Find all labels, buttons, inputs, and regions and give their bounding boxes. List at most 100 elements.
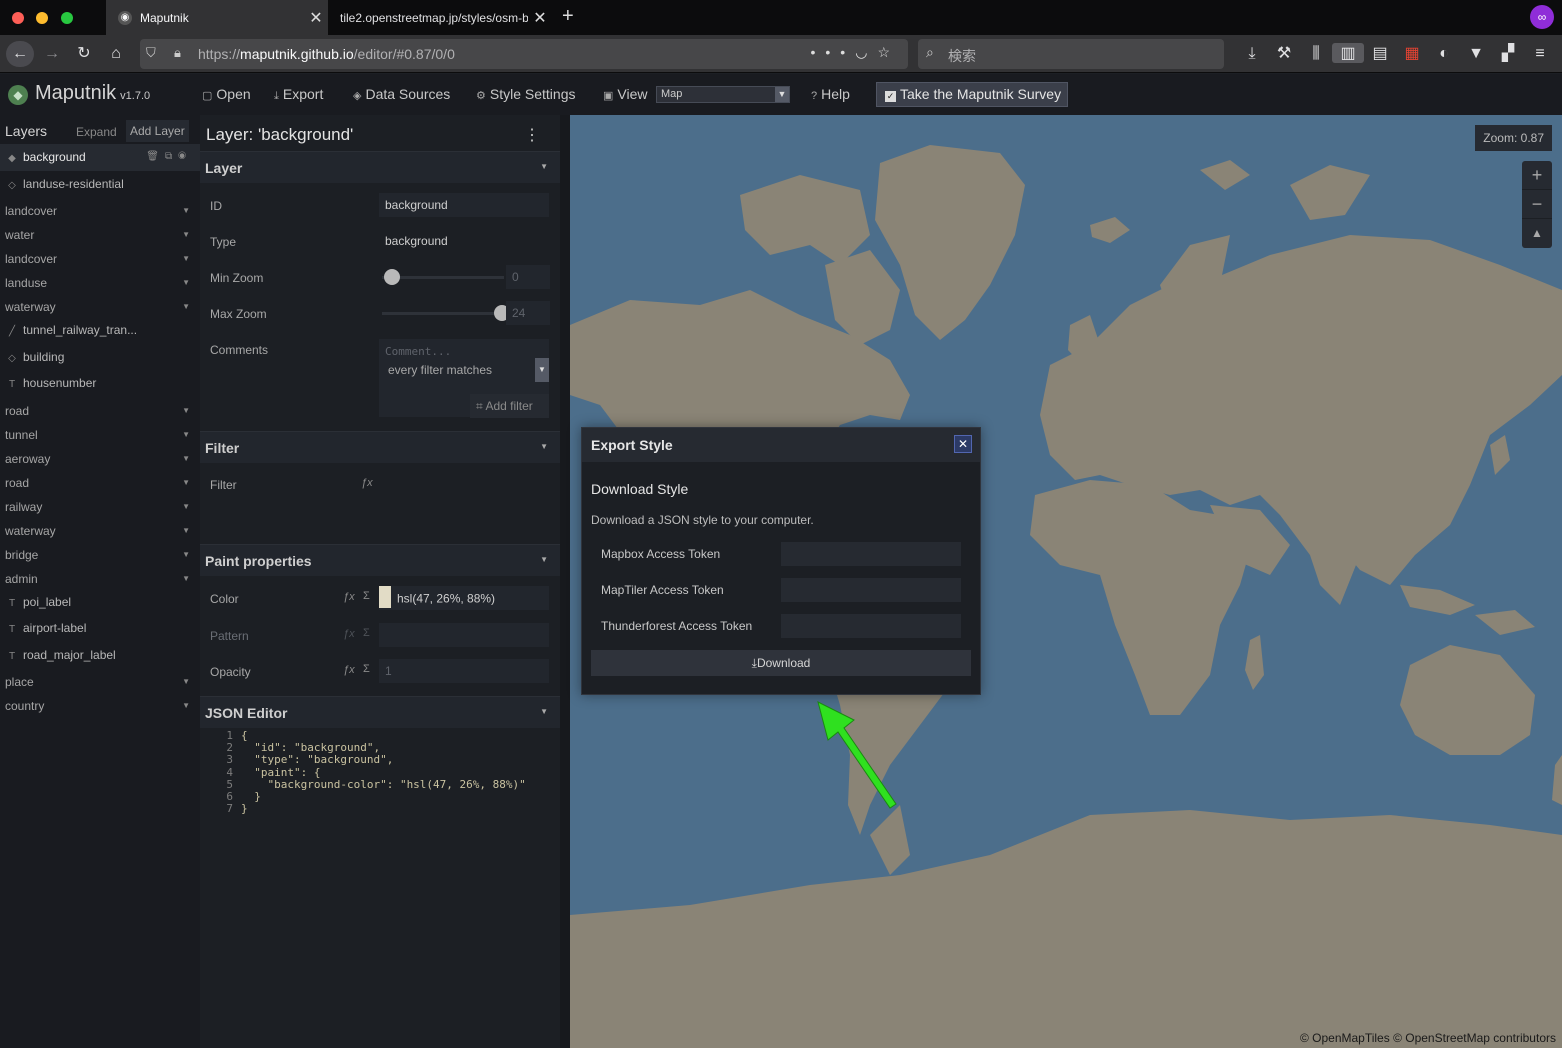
maxzoom-input[interactable]: 24 — [506, 301, 550, 325]
sigma-icon[interactable]: Σ — [363, 627, 370, 639]
pattern-input[interactable] — [379, 623, 549, 647]
layer-group-item[interactable]: landuse ▼ — [0, 271, 200, 295]
visibility-icon[interactable]: ◉ — [178, 151, 192, 162]
data-sources-button[interactable]: ◈ Data Sources — [353, 86, 450, 102]
shield-icon[interactable]: ⛉ — [146, 45, 156, 61]
menu-icon[interactable]: ≡ — [1524, 45, 1556, 63]
reload-icon[interactable]: ↻ — [70, 41, 98, 67]
function-icon[interactable]: ƒx — [343, 664, 355, 676]
sidebar-icon[interactable]: ▥ — [1332, 43, 1364, 63]
layer-item[interactable]: ◆ background 🗑︎⧉◉ — [0, 144, 200, 171]
lock-icon[interactable]: 🔒︎ — [174, 45, 181, 61]
color-swatch[interactable] — [379, 586, 391, 608]
section-json-editor[interactable]: JSON Editor ▼ — [200, 696, 560, 728]
wrench-icon[interactable]: ⚒ — [1268, 43, 1300, 63]
layer-item[interactable]: Troad_major_label — [0, 642, 200, 669]
sigma-icon[interactable]: Σ — [363, 663, 370, 675]
forward-icon[interactable]: → — [38, 41, 66, 67]
layer-group-item[interactable]: railway ▼ — [0, 495, 200, 519]
add-filter-button[interactable]: ⌗ Add filter — [470, 394, 549, 418]
extension-icon[interactable]: ◐ — [1428, 45, 1460, 63]
app-logo[interactable]: ◆ Maputnik v1.7.0 — [8, 82, 150, 105]
expand-button[interactable]: Expand — [76, 125, 117, 139]
home-icon[interactable]: ⌂ — [102, 41, 130, 67]
color-input[interactable]: hsl(47, 26%, 88%) — [379, 586, 549, 610]
compass-icon[interactable]: ▲ — [1522, 219, 1552, 248]
panel-divider[interactable] — [560, 115, 570, 1048]
maxzoom-slider[interactable] — [382, 312, 504, 315]
layer-group-item[interactable]: landcover ▼ — [0, 199, 200, 223]
section-paint[interactable]: Paint properties ▼ — [200, 544, 560, 576]
add-layer-button[interactable]: Add Layer — [126, 120, 189, 142]
function-icon[interactable]: ƒx — [343, 628, 355, 640]
new-tab-icon[interactable]: + — [562, 5, 574, 28]
layer-group-item[interactable]: waterway ▼ — [0, 519, 200, 543]
tab-close-icon[interactable]: ✕ — [528, 8, 552, 28]
function-icon[interactable]: ƒx — [361, 477, 373, 489]
mapbox-token-input[interactable] — [781, 542, 961, 566]
minzoom-slider[interactable] — [382, 276, 504, 279]
back-icon[interactable]: ← — [6, 41, 34, 67]
minzoom-slider-thumb[interactable] — [384, 269, 400, 285]
extensions-icon[interactable]: ▞ — [1492, 43, 1524, 63]
export-button[interactable]: ⤓ Export — [274, 86, 323, 103]
survey-button[interactable]: ✓ Take the Maputnik Survey — [876, 82, 1069, 107]
layer-group-item[interactable]: bridge ▼ — [0, 543, 200, 567]
filter-select[interactable]: every filter matches ▼ — [380, 358, 549, 382]
style-settings-button[interactable]: ⚙ Style Settings — [476, 86, 575, 102]
more-actions-icon[interactable]: ••• — [811, 44, 856, 60]
function-icon[interactable]: ƒx — [343, 591, 355, 603]
json-editor[interactable]: 1 {2 "id": "background", 3 "type": "backgr… — [205, 729, 560, 815]
copy-icon[interactable]: ⧉ — [165, 151, 178, 162]
section-layer[interactable]: Layer ▼ — [200, 151, 560, 183]
reader-icon[interactable]: ▤ — [1364, 43, 1396, 63]
tab-close-icon[interactable]: ✕ — [304, 8, 328, 28]
thunderforest-token-input[interactable] — [781, 614, 961, 638]
url-bar[interactable]: ⛉ 🔒︎ https://maputnik.github.io/editor/#… — [140, 39, 908, 69]
vue-devtools-icon[interactable]: ▼ — [1460, 45, 1492, 63]
layer-group-item[interactable]: road ▼ — [0, 399, 200, 423]
layer-item[interactable]: Thousenumber — [0, 370, 200, 397]
layer-group-item[interactable]: water ▼ — [0, 223, 200, 247]
bookmark-star-icon[interactable]: ☆ — [877, 44, 900, 60]
layer-group-item[interactable]: aeroway ▼ — [0, 447, 200, 471]
layer-item[interactable]: ╱ tunnel_railway_tran... — [0, 317, 200, 344]
minimize-window-button[interactable] — [36, 12, 49, 24]
layer-group-item[interactable]: road ▼ — [0, 471, 200, 495]
layer-group-item[interactable]: waterway ▼ — [0, 295, 200, 319]
library-icon[interactable]: ⫼ — [1300, 45, 1332, 63]
more-vertical-icon[interactable]: ⋮ — [524, 125, 540, 145]
help-button[interactable]: ? Help — [811, 86, 850, 102]
zoom-window-button[interactable] — [60, 12, 73, 24]
layer-group-item[interactable]: landcover ▼ — [0, 247, 200, 271]
delete-icon[interactable]: 🗑︎ — [146, 151, 165, 162]
opacity-input[interactable]: 1 — [379, 659, 549, 683]
layer-item[interactable]: Tairport-label — [0, 615, 200, 642]
todoist-icon[interactable]: ▦ — [1396, 43, 1428, 63]
url-text[interactable]: https://maputnik.github.io/editor/#0.87/… — [198, 46, 455, 62]
layer-item[interactable]: Tpoi_label — [0, 589, 200, 616]
zoom-out-icon[interactable]: − — [1522, 190, 1552, 219]
layer-group-item[interactable]: tunnel ▼ — [0, 423, 200, 447]
download-icon[interactable]: ⤓ — [1236, 45, 1268, 63]
tab-maputnik[interactable]: ◉ Maputnik ✕ — [106, 0, 328, 35]
pocket-icon[interactable]: ◡ — [855, 44, 877, 60]
layer-group-item[interactable]: admin ▼ — [0, 567, 200, 591]
search-bar[interactable]: ⌕ 検索 — [918, 39, 1224, 69]
open-button[interactable]: ▢ Open — [202, 86, 251, 102]
layer-item[interactable]: ◇ landuse-residential — [0, 171, 200, 198]
id-input[interactable]: background — [379, 193, 549, 217]
download-button[interactable]: ⤓Download — [591, 650, 971, 676]
section-filter[interactable]: Filter ▼ — [200, 431, 560, 463]
zoom-in-icon[interactable]: + — [1522, 161, 1552, 190]
layer-item[interactable]: ◇ building — [0, 344, 200, 371]
close-window-button[interactable] — [12, 12, 24, 24]
map-attribution[interactable]: © OpenMapTiles © OpenStreetMap contribut… — [1300, 1031, 1556, 1045]
view-select[interactable]: Map ▼ — [656, 86, 790, 103]
tab-osm-style[interactable]: tile2.openstreetmap.jp/styles/osm-b ✕ — [330, 0, 552, 35]
close-icon[interactable]: ✕ — [954, 435, 972, 453]
layer-group-item[interactable]: country ▼ — [0, 694, 200, 718]
layer-group-item[interactable]: place ▼ — [0, 670, 200, 694]
sigma-icon[interactable]: Σ — [363, 590, 370, 602]
maptiler-token-input[interactable] — [781, 578, 961, 602]
